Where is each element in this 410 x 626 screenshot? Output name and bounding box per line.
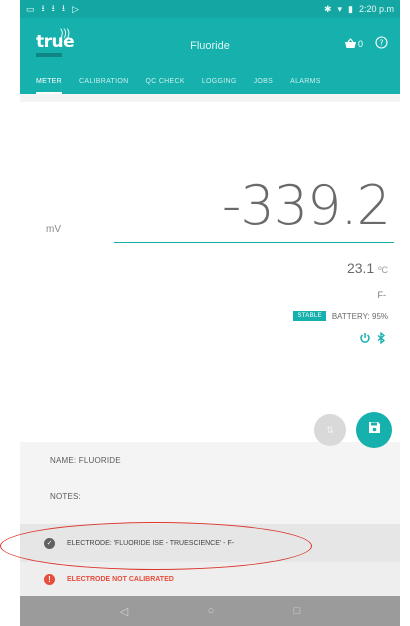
help-icon[interactable]: ? [375, 36, 388, 52]
sensor-button[interactable]: ⇅ [314, 414, 346, 446]
clock: 2:20 p.m [358, 4, 394, 14]
sensor-icon: ⇅ [326, 424, 334, 435]
tab-logging[interactable]: LOGGING [202, 72, 237, 94]
home-icon[interactable]: ○ [208, 605, 215, 617]
meter-card: mV -339.2 23.1 ºC F- STABLE BATTERY: 95%… [20, 102, 400, 448]
logo-wave-icon: ))) [60, 28, 70, 39]
basket-icon [344, 37, 357, 52]
download-icon: ⭳ [51, 3, 55, 13]
temperature-unit: ºC [378, 265, 388, 275]
svg-text:?: ? [379, 38, 383, 47]
app-header: true ))) Fluoride 0 ? [20, 18, 400, 72]
meter-reading: -339.2 [221, 174, 391, 237]
electrode-label: ELECTRODE: 'FLUORIDE ISE - TRUESCIENCE' … [67, 539, 235, 547]
electrode-row[interactable]: ✓ ELECTRODE: 'FLUORIDE ISE - TRUESCIENCE… [20, 524, 400, 562]
download-icon: ⭳ [41, 3, 45, 13]
status-bar: ▭ ⭳ ⭳ ⭳ ▷ ✱ ▾ ▮ 2:20 p.m [20, 0, 400, 18]
check-circle-icon: ✓ [44, 537, 55, 549]
battery-icon: ▮ [348, 3, 353, 14]
recents-icon[interactable]: □ [294, 605, 301, 617]
system-nav-bar: ◁ ○ □ [20, 596, 400, 626]
ion-label: F- [377, 290, 387, 300]
battery-level: BATTERY: 95% [331, 311, 388, 321]
wifi-icon: ▾ [337, 3, 343, 14]
temperature-display: 23.1 ºC [347, 260, 388, 276]
tab-qc-check[interactable]: QC CHECK [145, 72, 184, 94]
bluetooth-icon[interactable] [377, 331, 386, 347]
tab-jobs[interactable]: JOBS [254, 72, 273, 94]
download-icon: ⭳ [61, 3, 65, 13]
calibration-status-row[interactable]: ! ELECTRODE NOT CALIBRATED [20, 562, 400, 596]
temperature-value: 23.1 [346, 260, 375, 276]
tab-bar: METER CALIBRATION QC CHECK LOGGING JOBS … [20, 72, 400, 94]
save-icon [368, 421, 381, 439]
back-icon[interactable]: ◁ [120, 605, 128, 618]
tab-calibration[interactable]: CALIBRATION [79, 72, 128, 94]
sample-name[interactable]: NAME: FLUORIDE [20, 456, 400, 465]
reading-unit: mV [46, 224, 61, 235]
warning-icon: ! [44, 573, 55, 585]
notification-icons: ▭ ⭳ ⭳ ⭳ ▷ [26, 1, 79, 17]
cart-count: 0 [357, 39, 363, 49]
calibration-status: ELECTRODE NOT CALIBRATED [67, 575, 174, 583]
status-row: STABLE BATTERY: 95% [293, 311, 388, 321]
tab-meter[interactable]: METER [36, 72, 62, 94]
save-button[interactable] [356, 412, 392, 448]
reading-underline [114, 242, 394, 243]
connection-icons [359, 331, 386, 347]
play-store-icon: ▷ [71, 3, 79, 14]
tab-alarms[interactable]: ALARMS [290, 72, 321, 94]
power-icon[interactable] [359, 332, 371, 347]
logo-underline [36, 53, 62, 57]
stability-badge: STABLE [293, 311, 326, 321]
device-screen: ▭ ⭳ ⭳ ⭳ ▷ ✱ ▾ ▮ 2:20 p.m true ))) Fluori… [20, 0, 400, 626]
bluetooth-icon: ✱ [323, 3, 332, 14]
notes-field[interactable]: NOTES: [20, 492, 400, 501]
cart-button[interactable]: 0 [344, 37, 363, 52]
notification-icon: ▭ [26, 3, 35, 14]
